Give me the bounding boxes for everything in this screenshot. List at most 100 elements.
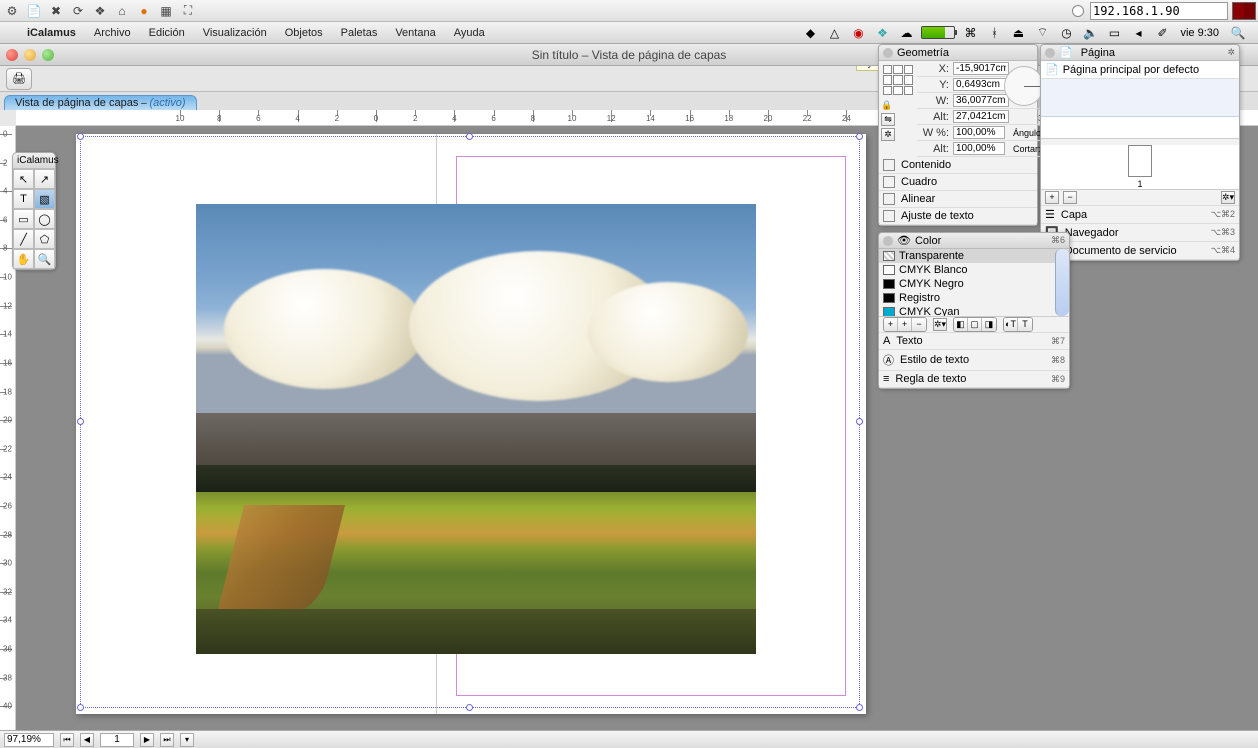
timemachine-icon[interactable]: ◷ — [1057, 25, 1075, 41]
text-fill-button[interactable]: ◐T — [1004, 318, 1018, 331]
color-scrollbar[interactable] — [1055, 249, 1069, 316]
panel-close-icon[interactable] — [1045, 48, 1055, 58]
menu-archivo[interactable]: Archivo — [85, 22, 140, 44]
script-icon[interactable]: ✐ — [1153, 25, 1171, 41]
cloud-icon[interactable]: ☁ — [897, 25, 915, 41]
section-ajuste[interactable]: Ajuste de texto — [879, 208, 1037, 225]
color-registro[interactable]: Registro⊠ — [879, 291, 1069, 305]
placed-image[interactable] — [196, 204, 756, 654]
ellipse-tool[interactable]: ◯ — [34, 209, 55, 229]
remove-page-button[interactable]: − — [1063, 191, 1077, 204]
page-spread[interactable] — [76, 134, 866, 714]
master-page-name[interactable]: Página principal por defecto — [1063, 64, 1199, 76]
battery-icon[interactable] — [921, 26, 955, 39]
spotlight-icon[interactable]: 🔍 — [1229, 25, 1247, 41]
menu-paletas[interactable]: Paletas — [332, 22, 387, 44]
minimize-button[interactable] — [24, 49, 36, 61]
gear-icon[interactable]: ✲ — [1227, 47, 1235, 58]
refresh-icon[interactable]: ⟳ — [70, 3, 86, 19]
first-page-button[interactable]: ⏮ — [60, 733, 74, 747]
section-cuadro[interactable]: Cuadro — [879, 174, 1037, 191]
panel-close-icon[interactable] — [883, 48, 893, 58]
dropbox-icon[interactable]: ❖ — [873, 25, 891, 41]
geo-w-input[interactable] — [953, 94, 1009, 107]
row-navegador[interactable]: 🔲Navegador⌥⌘3 — [1041, 224, 1239, 242]
color-cmyk-negro[interactable]: CMYK Negro⊠ — [879, 277, 1069, 291]
add-page-button[interactable]: + — [1045, 191, 1059, 204]
stroke-button[interactable]: ▢ — [968, 318, 982, 331]
plug-icon[interactable]: ⚙ — [4, 3, 20, 19]
lock-icon[interactable] — [881, 99, 893, 111]
zoom-input[interactable] — [4, 733, 54, 747]
color-options-button[interactable]: ✲▾ — [933, 318, 947, 331]
text-tool[interactable]: T — [13, 189, 34, 209]
sync-icon[interactable]: △ — [825, 25, 843, 41]
wrench-icon[interactable]: ✖ — [48, 3, 64, 19]
shield-icon[interactable]: ◆ — [801, 25, 819, 41]
fill-button[interactable]: ◧ — [954, 318, 968, 331]
menu-visualizacion[interactable]: Visualización — [194, 22, 276, 44]
line-tool[interactable]: ╱ — [13, 229, 34, 249]
connect-radio[interactable] — [1072, 5, 1084, 17]
prev-page-button[interactable]: ◀ — [80, 733, 94, 747]
color-transparente[interactable]: Transparente⊠ — [879, 249, 1069, 263]
color-panel[interactable]: 👁Color⌘6 Transparente⊠CMYK Blanco⊠CMYK N… — [878, 232, 1070, 389]
menu-ayuda[interactable]: Ayuda — [445, 22, 494, 44]
row-texto[interactable]: ATexto⌘7 — [879, 333, 1069, 350]
flip-h-button[interactable]: ⇋ — [881, 113, 895, 126]
back-icon[interactable]: ◂ — [1129, 25, 1147, 41]
row-documento[interactable]: 📋Documento de servicio⌥⌘4 — [1041, 242, 1239, 260]
menu-edicion[interactable]: Edición — [140, 22, 194, 44]
page-options-button[interactable]: ✲▾ — [1221, 191, 1235, 204]
del-color-button[interactable]: − — [912, 318, 926, 331]
color-cmyk-blanco[interactable]: CMYK Blanco⊠ — [879, 263, 1069, 277]
section-alinear[interactable]: Alinear — [879, 191, 1037, 208]
image-tool[interactable]: ▧ — [34, 189, 55, 209]
windows-icon[interactable]: ❖ — [92, 3, 108, 19]
menu-extra-1-icon[interactable]: ⌘ — [961, 25, 979, 41]
options-button[interactable]: ✲ — [881, 128, 895, 141]
color-list[interactable]: Transparente⊠CMYK Blanco⊠CMYK Negro⊠Regi… — [879, 249, 1069, 317]
polygon-tool[interactable]: ⬠ — [34, 229, 55, 249]
row-regla[interactable]: ≡Regla de texto⌘9 — [879, 371, 1069, 388]
hand-tool[interactable]: ✋ — [13, 249, 34, 269]
close-button[interactable] — [6, 49, 18, 61]
geo-y-input[interactable] — [953, 78, 1009, 91]
grid-icon[interactable]: ▦ — [158, 3, 174, 19]
geo-x-input[interactable] — [953, 62, 1009, 75]
none-button[interactable]: ◨ — [982, 318, 996, 331]
eject-icon[interactable]: ⏏ — [1009, 25, 1027, 41]
page-input[interactable] — [100, 733, 134, 747]
geo-wpct-input[interactable] — [953, 126, 1005, 139]
zoom-tool[interactable]: 🔍 — [34, 249, 55, 269]
page-panel[interactable]: 📄Página✲ 📄Página principal por defecto 1… — [1040, 44, 1240, 261]
page-thumbnail[interactable] — [1128, 145, 1152, 177]
anchor-grid[interactable] — [881, 63, 915, 97]
add-color-button[interactable]: + — [884, 318, 898, 331]
color-cmyk-cyan[interactable]: CMYK Cyan⊠ — [879, 305, 1069, 317]
angle-dial[interactable] — [1004, 66, 1044, 106]
tool-palette[interactable]: iCalamus ↖↗ T▧ ▭◯ ╱⬠ ✋🔍 — [12, 152, 56, 270]
new-doc-icon[interactable]: 📄 — [26, 3, 42, 19]
row-estilo[interactable]: ⒶEstilo de texto⌘8 — [879, 350, 1069, 371]
page-menu-button[interactable]: ▾ — [180, 733, 194, 747]
section-contenido[interactable]: Contenido — [879, 157, 1037, 174]
pointer-tool[interactable]: ↖ — [13, 169, 34, 189]
geo-h-input[interactable] — [953, 110, 1009, 123]
volume-icon[interactable]: 🔈 — [1081, 25, 1099, 41]
geo-hpct-input[interactable] — [953, 142, 1005, 155]
print-button[interactable]: 🖨 — [6, 68, 32, 90]
alert-icon[interactable]: ● — [136, 3, 152, 19]
display-icon[interactable]: ▭ — [1105, 25, 1123, 41]
menu-objetos[interactable]: Objetos — [276, 22, 332, 44]
last-page-button[interactable]: ⏭ — [160, 733, 174, 747]
ip-input[interactable] — [1090, 2, 1228, 20]
fullscreen-icon[interactable]: ⛶ — [180, 3, 196, 19]
panel-close-icon[interactable] — [883, 236, 893, 246]
disk-icon[interactable]: ⌂ — [114, 3, 130, 19]
zoom-button[interactable] — [42, 49, 54, 61]
direct-select-tool[interactable]: ↗ — [34, 169, 55, 189]
menu-ventana[interactable]: Ventana — [386, 22, 444, 44]
clock[interactable]: vie 9:30 — [1180, 27, 1219, 39]
text-stroke-button[interactable]: T — [1018, 318, 1032, 331]
